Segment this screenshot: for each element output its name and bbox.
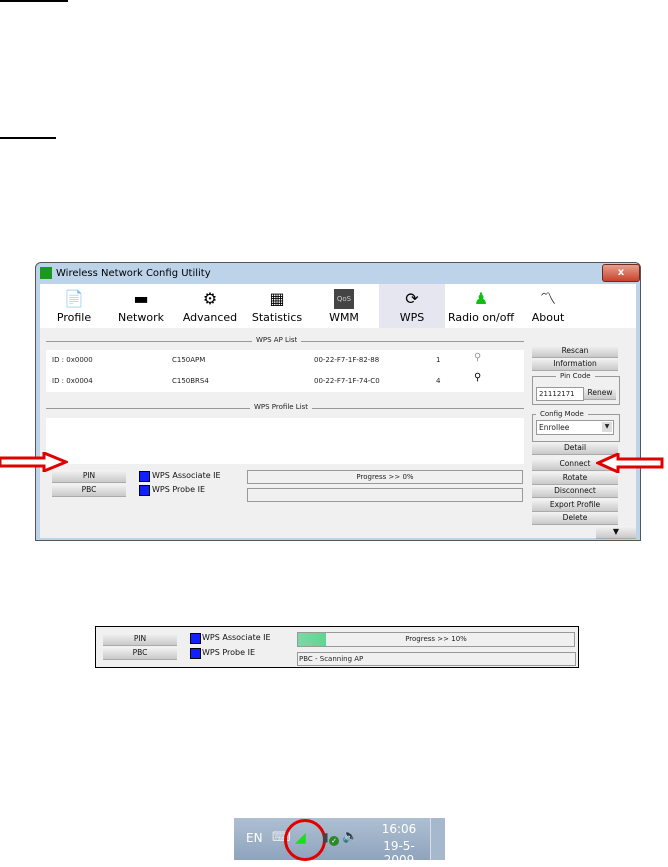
key-icon: ⚲ [474, 372, 482, 383]
wps-icon: ⟳ [405, 289, 419, 308]
progress-panel: PIN PBC WPS Associate IE WPS Probe IE Pr… [95, 626, 579, 668]
associate-ie-checkbox[interactable] [139, 471, 150, 482]
volume-icon[interactable]: 🔈 [342, 829, 358, 844]
associate-ie-checkbox[interactable] [190, 633, 201, 644]
red-arrow-left-icon [596, 453, 664, 473]
progress-bar: Progress >> 10% [297, 632, 575, 647]
config-mode-select[interactable]: Enrollee ▼ [536, 420, 614, 435]
statistics-icon: ▦ [269, 289, 285, 308]
export-profile-button[interactable]: Export Profile [532, 499, 618, 512]
usb-icon[interactable]: ▮ [322, 830, 329, 844]
toolbar: 📄 Profile ▬ Network ⚙ Advanced ▦ Statistics … [40, 284, 636, 329]
close-button[interactable]: x [602, 264, 640, 282]
profile-list[interactable] [46, 418, 524, 464]
highlight-circle [284, 819, 326, 861]
chevron-down-icon: ▼ [602, 422, 612, 432]
tab-wps[interactable]: ⟳ WPS [379, 284, 445, 328]
tab-radio[interactable]: ♟ Radio on/off [446, 284, 516, 328]
app-icon [40, 267, 52, 279]
ap-list-title: WPS AP List [252, 336, 302, 344]
tab-advanced[interactable]: ⚙ Advanced [182, 284, 238, 328]
heading-underline [0, 137, 56, 139]
clock-time[interactable]: 16:06 [374, 822, 424, 836]
scroll-down-button[interactable]: ▼ [596, 526, 636, 539]
heading-underline [0, 0, 68, 2]
probe-ie-checkbox[interactable] [139, 485, 150, 496]
pbc-button[interactable]: PBC [52, 484, 126, 497]
ap-list[interactable]: ID : 0x0000 C150APM 00-22-F7-1F-82-88 1 … [46, 350, 524, 392]
tab-profile[interactable]: 📄 Profile [52, 284, 96, 328]
key-icon: ⚲ [474, 352, 482, 363]
rescan-button[interactable]: Rescan [532, 345, 618, 358]
pin-code-field[interactable]: 21112171 [536, 387, 584, 401]
status-field: PBC - Scanning AP [297, 652, 576, 666]
check-icon: ✓ [329, 836, 339, 846]
tab-statistics[interactable]: ▦ Statistics [250, 284, 304, 328]
disconnect-button[interactable]: Disconnect [532, 485, 618, 498]
taskbar-tray: EN ⌨ ◢ ▮ ✓ 🔈 16:06 19-5-2009 [234, 818, 445, 867]
tab-about[interactable]: 〽 About [528, 284, 568, 328]
pin-button[interactable]: PIN [103, 633, 177, 646]
profile-list-title: WPS Profile List [250, 403, 313, 411]
delete-button[interactable]: Delete [532, 512, 618, 525]
radio-icon: ♟ [473, 289, 489, 308]
pbc-button[interactable]: PBC [103, 647, 177, 660]
wps-panel: WPS AP List ID : 0x0000 C150APM 00-22-F7… [40, 328, 636, 539]
probe-ie-checkbox[interactable] [190, 648, 201, 659]
status-field [247, 488, 523, 502]
progress-bar: Progress >> 0% [247, 470, 523, 484]
rotate-button[interactable]: Rotate [532, 472, 618, 485]
tab-network[interactable]: ▬ Network [116, 284, 166, 328]
tab-wmm[interactable]: QoS WMM [324, 284, 364, 328]
show-desktop-button[interactable] [430, 818, 445, 860]
renew-button[interactable]: Renew [584, 387, 616, 400]
profile-icon: 📄 [64, 289, 84, 308]
information-button[interactable]: Information [532, 358, 618, 371]
window-title: Wireless Network Config Utility [56, 268, 211, 279]
gears-icon: ⚙ [202, 289, 218, 308]
about-icon: 〽 [539, 289, 556, 308]
qos-icon: QoS [334, 289, 354, 309]
progress-fill [298, 633, 326, 646]
red-arrow-right-icon [0, 452, 68, 472]
router-icon: ▬ [133, 289, 149, 308]
language-indicator[interactable]: EN [246, 831, 263, 845]
